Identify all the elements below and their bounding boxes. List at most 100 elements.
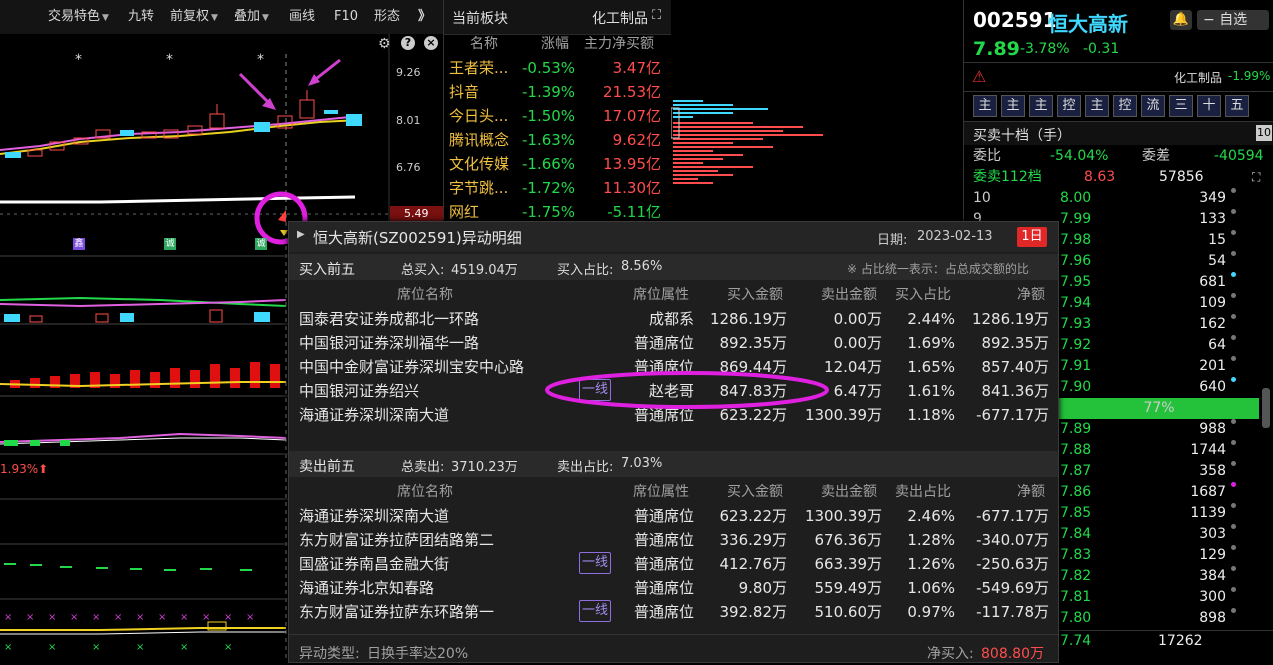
sell-queue-price: 8.63 [1084,169,1116,185]
tier-badge[interactable]: 一线 [579,600,611,622]
gear-icon[interactable]: ⚙ [378,36,391,52]
level-dot [1231,482,1236,487]
collapse-icon[interactable]: ▶ [297,229,305,240]
net-amount: 857.40万 [981,358,1050,376]
sector-row[interactable]: 字节跳... -1.72% 11.30亿 [444,176,671,200]
toolbar-jiuzhuan[interactable]: 九转 [124,5,158,29]
change-pct: -3.78% [1020,41,1070,57]
sector-name: 字节跳... [449,179,509,197]
sector-row[interactable]: 今日头... -1.50% 17.07亿 [444,104,671,128]
seat-row[interactable]: 海通证券北京知春路 普通席位 9.80万 559.49万 1.06% -549.69万 [289,576,1058,600]
buy-total-label: 总买入: [401,263,445,278]
fund-tag[interactable]: 主 [973,95,997,117]
help-icon[interactable]: ? [401,36,415,50]
toolbar-draw[interactable]: 画线 [285,5,319,29]
seat-row[interactable]: 东方财富证券拉萨东环路第一 一线 普通席位 392.82万 510.60万 0.97% -1… [289,600,1058,624]
seat-attr: 普通席位 [633,507,694,525]
level-volume: 988 [1199,421,1226,437]
sell-level-row[interactable]: 10 8.00 349 [964,188,1273,209]
level-volume: 1744 [1190,442,1226,458]
toolbar-overlay-label: 叠加 [234,9,261,24]
level-volume: 1139 [1190,505,1226,521]
expand-icon[interactable]: ⛶ [1252,167,1260,188]
sector-name[interactable]: 化工制品 [1174,69,1222,86]
ratio-value: 1.06% [907,579,955,597]
active-sector[interactable]: 化工制品 [592,8,648,28]
sector-row[interactable]: 抖音 -1.39% 21.53亿 [444,80,671,104]
fund-tag[interactable]: 主 [1029,95,1053,117]
col-pct: 买入占比 [895,287,951,303]
sector-row[interactable]: 文化传媒 -1.66% 13.95亿 [444,152,671,176]
depth-svg [670,100,823,184]
fund-tag[interactable]: 控 [1113,95,1137,117]
sell-section-label: 卖出前五 [299,459,355,475]
event-badge[interactable]: 诚 [255,238,267,250]
watchlist-button[interactable]: − 自选 [1197,10,1269,30]
warning-icon[interactable]: ⚠ [972,67,986,86]
toolbar-f10[interactable]: F10 [330,5,362,29]
col-name: 名称 [470,36,498,52]
fund-tag[interactable]: 五 [1225,95,1249,117]
sector-change: -1.99% [1228,69,1271,83]
period-button[interactable]: 1日 [1017,227,1047,247]
level-volume: 640 [1199,379,1226,395]
event-badge[interactable]: 诚 [164,238,176,250]
ma-line-pink [0,115,361,151]
candle [254,122,270,132]
candle [324,110,338,114]
fund-tag[interactable]: 三 [1169,95,1193,117]
sector-net: 13.95亿 [603,155,661,173]
stock-name: 恒大高新 [1048,12,1128,36]
seat-row[interactable]: 中国银河证券深圳福华一路 普通席位 892.35万 0.00万 1.69% 892.35万 [289,331,1058,355]
macd-line [0,381,286,388]
sell-amount: 1300.39万 [804,507,882,525]
expand-icon[interactable]: ⛶ [652,8,661,23]
price-label: 6.76 [396,161,421,174]
sector-net: 11.30亿 [603,179,661,197]
event-badge[interactable]: 鑫 [73,238,85,250]
fund-tag[interactable]: 十 [1197,95,1221,117]
tier-badge[interactable]: 一线 [579,552,611,574]
depth-cyan [673,100,768,118]
sector-row[interactable]: 王者荣... -0.53% 3.47亿 [444,56,671,80]
toolbar-adjust[interactable]: 前复权 ▼ [166,5,222,29]
bell-icon[interactable]: 🔔 [1170,10,1192,30]
toolbar-overlay[interactable]: 叠加 ▼ [230,5,273,29]
fund-tag[interactable]: 主 [1085,95,1109,117]
svg-text:×: × [48,612,56,623]
depth-toggle-button[interactable]: 10 [1256,125,1272,141]
col-attr: 席位属性 [633,484,689,500]
sector-change: -0.53% [522,59,576,77]
level-volume: 109 [1199,295,1226,311]
level-volume: 898 [1199,610,1226,626]
close-icon[interactable]: × [424,36,438,50]
sell-amount: 6.47万 [833,382,882,400]
toolbar-more-button[interactable]: 》 [414,5,435,29]
toolbar-trade-feature[interactable]: 交易特色 ▼ [44,5,113,29]
candle [346,114,362,126]
seat-name: 东方财富证券拉萨团结路第二 [299,531,495,549]
fund-tag[interactable]: 主 [1001,95,1025,117]
abnormal-type-label: 异动类型: [299,646,360,662]
sell-queue-vol: 57856 [1159,169,1204,185]
volume-bar [120,313,134,322]
price-label: 8.01 [396,114,421,127]
sell-queue-label[interactable]: 委卖112档 [973,167,1042,188]
price-label: 9.26 [396,66,421,79]
seat-row[interactable]: 东方财富证券拉萨团结路第二 普通席位 336.29万 676.36万 1.28% -340… [289,528,1058,552]
sector-row[interactable]: 腾讯概念 -1.63% 9.62亿 [444,128,671,152]
chevron-down-icon: ▼ [262,13,269,23]
toolbar-pattern[interactable]: 形态 [370,5,404,29]
date-value: 2023-02-13 [917,229,993,244]
fund-tag[interactable]: 控 [1057,95,1081,117]
dialog-titlebar: ▶ 恒大高新(SZ002591)异动明细 日期: 2023-02-13 1日 [289,222,1058,252]
seat-row[interactable]: 海通证券深圳深南大道 普通席位 623.22万 1300.39万 2.46% -677.1… [289,504,1058,528]
ratio-value: 1.26% [907,555,955,573]
sector-panel-title: 当前板块 [452,11,508,27]
minus-icon: − [1203,12,1215,28]
chevron-down-icon: ▼ [211,13,218,23]
fund-tag[interactable]: 流 [1141,95,1165,117]
seat-row[interactable]: 国泰君安证券成都北一环路 成都系 1286.19万 0.00万 2.44% 1286.19… [289,307,1058,331]
sector-change: -1.39% [522,83,576,101]
seat-row[interactable]: 国盛证券南昌金融大街 一线 普通席位 412.76万 663.39万 1.26% -250.… [289,552,1058,576]
